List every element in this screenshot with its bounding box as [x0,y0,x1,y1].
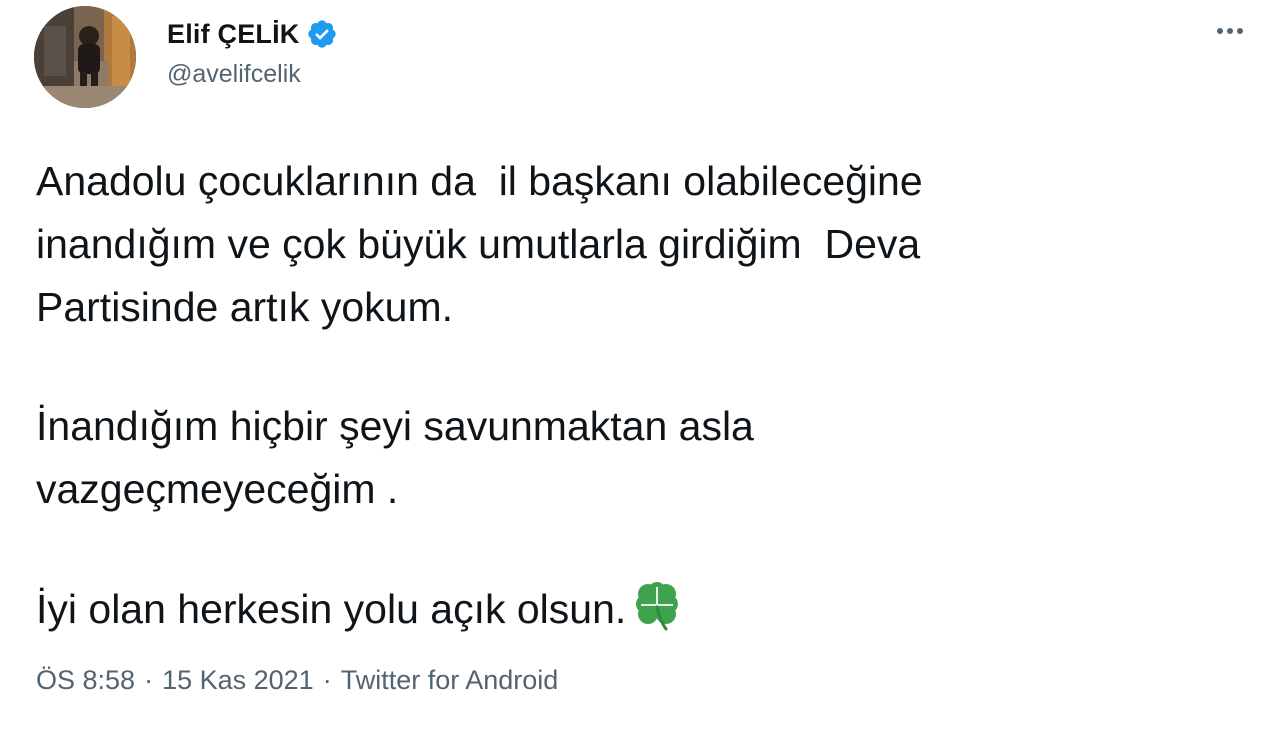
tweet-time[interactable]: ÖS 8:58 [36,665,135,696]
avatar[interactable] [34,6,136,108]
four-leaf-clover-icon [628,577,686,635]
tweet-paragraph-1: Anadolu çocuklarının da il başkanı olabi… [36,158,923,330]
tweet-source[interactable]: Twitter for Android [341,665,559,696]
display-name[interactable]: Elif ÇELİK [167,19,300,50]
tweet-text: Anadolu çocuklarının da il başkanı olabi… [36,150,1236,641]
dot [1227,28,1233,34]
tweet-card: Elif ÇELİK @avelifcelik Anadolu çocuklar… [0,0,1280,731]
tweet-date[interactable]: 15 Kas 2021 [162,665,314,696]
more-options-icon[interactable] [1210,16,1250,46]
profile-photo [34,6,136,108]
tweet-meta: ÖS 8:58 · 15 Kas 2021 · Twitter for Andr… [36,665,558,696]
dot [1237,28,1243,34]
author-name-row: Elif ÇELİK [167,14,338,54]
tweet-paragraph-2: İnandığım hiçbir şeyi savunmaktan asla v… [36,403,754,512]
author-handle[interactable]: @avelifcelik [167,60,301,89]
tweet-paragraph-3-text: İyi olan herkesin yolu açık olsun. [36,586,627,632]
meta-separator: · [322,665,332,695]
verified-badge-icon [306,18,338,50]
dot [1217,28,1223,34]
tweet-paragraph-3: İyi olan herkesin yolu açık olsun. [36,577,1236,641]
meta-separator: · [144,665,154,695]
